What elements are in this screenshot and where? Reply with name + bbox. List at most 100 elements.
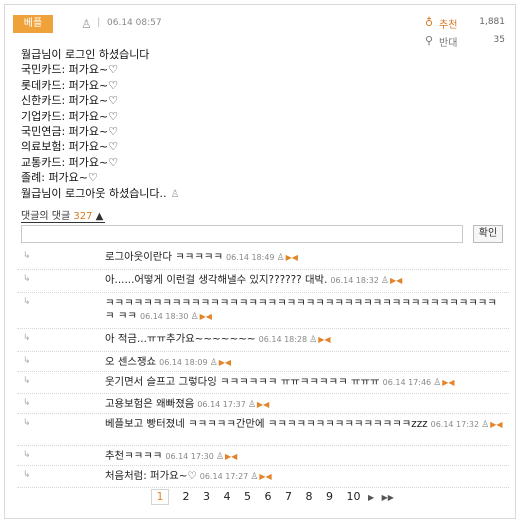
reply-arrow-icon: ↳: [23, 333, 31, 343]
user-icon[interactable]: ♙: [309, 335, 317, 345]
reply-arrow-icon: ↳: [23, 398, 31, 408]
user-icon[interactable]: ♙: [248, 400, 256, 410]
comment-time: 06.14 17:32: [430, 420, 480, 429]
downvote-label: 반대: [439, 38, 458, 49]
reply-arrow-icon: ↳: [23, 251, 31, 261]
list-item: ↳ 로그아웃이란다 ㅋㅋㅋㅋㅋ 06.14 18:49 ♙▶◀: [17, 247, 509, 270]
report-flag-icon[interactable]: ▶◀: [390, 276, 402, 285]
user-icon[interactable]: ♙: [277, 253, 285, 263]
comment-text: 고용보험은 왜빠졌음: [105, 398, 195, 410]
user-icon[interactable]: ♙: [216, 452, 224, 462]
page-link[interactable]: 5: [244, 490, 251, 503]
report-flag-icon[interactable]: ▶◀: [490, 420, 502, 429]
list-item: ↳ 아 적금...ㅠㅠ추가요~~~~~~~ 06.14 18:28 ♙▶◀: [17, 329, 509, 352]
list-item: ↳ 베플보고 빵터졌네 ㅋㅋㅋㅋㅋ간만에 ㅋㅋㅋㅋㅋㅋㅋㅋㅋㅋㅋㅋㅋㅋㅋzzz 0…: [17, 414, 509, 446]
comment-time: 06.14 18:30: [139, 312, 189, 321]
page-link[interactable]: 7: [285, 490, 292, 503]
replies-toggle-label: 댓글의 댓글: [21, 211, 71, 222]
downvote-count: 35: [493, 35, 505, 45]
page-link[interactable]: 10: [347, 490, 361, 503]
comment-time: 06.14 17:27: [199, 472, 249, 481]
list-item: ↳ 오 센스쟁쇼 06.14 18:09 ♙▶◀: [17, 352, 509, 372]
post-line: 국민카드: 퍼가요~♡: [21, 63, 119, 77]
post-line: 롯데카드: 퍼가요~♡: [21, 78, 119, 92]
comment-text: 처음처럼: 퍼가요~♡: [105, 470, 197, 482]
report-flag-icon[interactable]: ▶◀: [259, 472, 271, 481]
post-line: 국민연금: 퍼가요~♡: [21, 125, 119, 139]
thumbs-down-icon: ⚲: [425, 34, 434, 47]
next-page-icon[interactable]: ▶: [368, 493, 374, 502]
comment-time: 06.14 18:32: [330, 276, 379, 285]
header-separator: |: [97, 17, 101, 28]
list-item: ↳ ㅋㅋㅋㅋㅋㅋㅋㅋㅋㅋㅋㅋㅋㅋㅋㅋㅋㅋㅋㅋㅋㅋㅋㅋㅋㅋㅋㅋㅋㅋㅋㅋㅋㅋㅋㅋㅋㅋ…: [17, 293, 509, 329]
comment-text: 아......어떻게 이런걸 생각해낼수 있지?????? 대박.: [105, 274, 328, 286]
user-icon[interactable]: ♙: [210, 358, 218, 368]
reply-arrow-icon: ↳: [23, 274, 31, 284]
post-body: 월급님이 로그인 하셨습니다 국민카드: 퍼가요~♡ 롯데카드: 퍼가요~♡ 신…: [21, 47, 180, 202]
report-flag-icon[interactable]: ▶◀: [200, 312, 212, 321]
list-item: ↳ 고용보험은 왜빠졌음 06.14 17:37 ♙▶◀: [17, 394, 509, 414]
post-line: 졸례: 퍼가요~♡: [21, 171, 98, 185]
comment-text: 베플보고 빵터졌네 ㅋㅋㅋㅋㅋ간만에 ㅋㅋㅋㅋㅋㅋㅋㅋㅋㅋㅋㅋㅋㅋㅋzzz: [105, 418, 428, 430]
page-link[interactable]: 4: [224, 490, 231, 503]
post-line: 신한카드: 퍼가요~♡: [21, 94, 119, 108]
list-item: ↳ 추천ㅋㅋㅋㅋ 06.14 17:30 ♙▶◀: [17, 446, 509, 466]
user-icon[interactable]: ♙: [481, 420, 489, 430]
report-flag-icon[interactable]: ▶◀: [318, 335, 330, 344]
comment-list: ↳ 로그아웃이란다 ㅋㅋㅋㅋㅋ 06.14 18:49 ♙▶◀ ↳ 아......어…: [17, 247, 509, 488]
comment-text: 아 적금...ㅠㅠ추가요~~~~~~~: [105, 333, 256, 345]
upvote-button[interactable]: ♁ 추천 1,881: [425, 15, 505, 33]
page-link[interactable]: 2: [183, 490, 190, 503]
submit-button[interactable]: 확인: [473, 225, 503, 243]
page-link[interactable]: 8: [306, 490, 313, 503]
user-icon[interactable]: ♙: [190, 312, 198, 322]
comment-text: 오 센스쟁쇼: [105, 356, 157, 368]
comment-panel: 베플 ♙ | 06.14 08:57 ♁ 추천 1,881 ⚲ 반대 35 월급…: [4, 4, 516, 519]
thumbs-up-icon: ♁: [425, 16, 434, 29]
page-link[interactable]: 9: [326, 490, 333, 503]
page-link-current[interactable]: 1: [151, 489, 169, 505]
reply-arrow-icon: ↳: [23, 356, 31, 366]
page-link[interactable]: 6: [265, 490, 272, 503]
reply-input[interactable]: [21, 225, 463, 243]
post-line-text: 월급님이 로그아웃 하셨습니다..: [21, 186, 167, 200]
reply-arrow-icon: ↳: [23, 376, 31, 386]
report-flag-icon[interactable]: ▶◀: [219, 358, 231, 367]
comment-text: 로그아웃이란다 ㅋㅋㅋㅋㅋ: [105, 251, 224, 263]
comment-time: 06.14 17:46: [382, 378, 432, 387]
comment-time: 06.14 18:28: [258, 335, 308, 344]
user-icon[interactable]: ♙: [433, 378, 441, 388]
report-flag-icon[interactable]: ▶◀: [442, 378, 454, 387]
comment-time: 06.14 17:30: [165, 452, 214, 461]
post-line: 의료보험: 퍼가요~♡: [21, 140, 119, 154]
reply-arrow-icon: ↳: [23, 418, 31, 428]
comment-text: 추천ㅋㅋㅋㅋ: [105, 450, 163, 462]
post-line: 월급님이 로그아웃 하셨습니다.. ♙: [21, 186, 180, 202]
list-item: ↳ 처음처럼: 퍼가요~♡ 06.14 17:27 ♙▶◀: [17, 466, 509, 488]
best-reply-badge: 베플: [13, 15, 53, 33]
upvote-count: 1,881: [479, 17, 505, 27]
comment-time: 06.14 17:37: [197, 400, 246, 409]
chevron-up-icon: ▲: [95, 211, 104, 222]
post-timestamp: 06.14 08:57: [107, 18, 162, 28]
post-line: 월급님이 로그인 하셨습니다: [21, 48, 150, 61]
report-flag-icon[interactable]: ▶◀: [286, 253, 298, 262]
post-line: 기업카드: 퍼가요~♡: [21, 109, 119, 123]
page-link[interactable]: 3: [203, 490, 210, 503]
user-icon[interactable]: ♙: [381, 276, 389, 286]
list-item: ↳ 아......어떻게 이런걸 생각해낼수 있지?????? 대박. 06.14…: [17, 270, 509, 293]
pagination: 1 2 3 4 5 6 7 8 9 10 ▶ ▶▶: [151, 489, 404, 507]
reply-arrow-icon: ↳: [23, 450, 31, 460]
vote-box: ♁ 추천 1,881 ⚲ 반대 35: [425, 15, 505, 51]
user-icon[interactable]: ♙: [250, 472, 258, 482]
post-header: 베플 ♙ | 06.14 08:57 ♁ 추천 1,881 ⚲ 반대 35: [11, 15, 509, 49]
replies-toggle[interactable]: 댓글의 댓글 327 ▲: [21, 207, 106, 223]
comment-time: 06.14 18:09: [159, 358, 208, 367]
user-icon[interactable]: ♙: [171, 189, 180, 200]
last-page-icon[interactable]: ▶▶: [382, 493, 394, 502]
downvote-button[interactable]: ⚲ 반대 35: [425, 33, 505, 51]
report-flag-icon[interactable]: ▶◀: [225, 452, 237, 461]
report-flag-icon[interactable]: ▶◀: [257, 400, 269, 409]
reply-arrow-icon: ↳: [23, 470, 31, 480]
user-icon[interactable]: ♙: [81, 17, 95, 31]
